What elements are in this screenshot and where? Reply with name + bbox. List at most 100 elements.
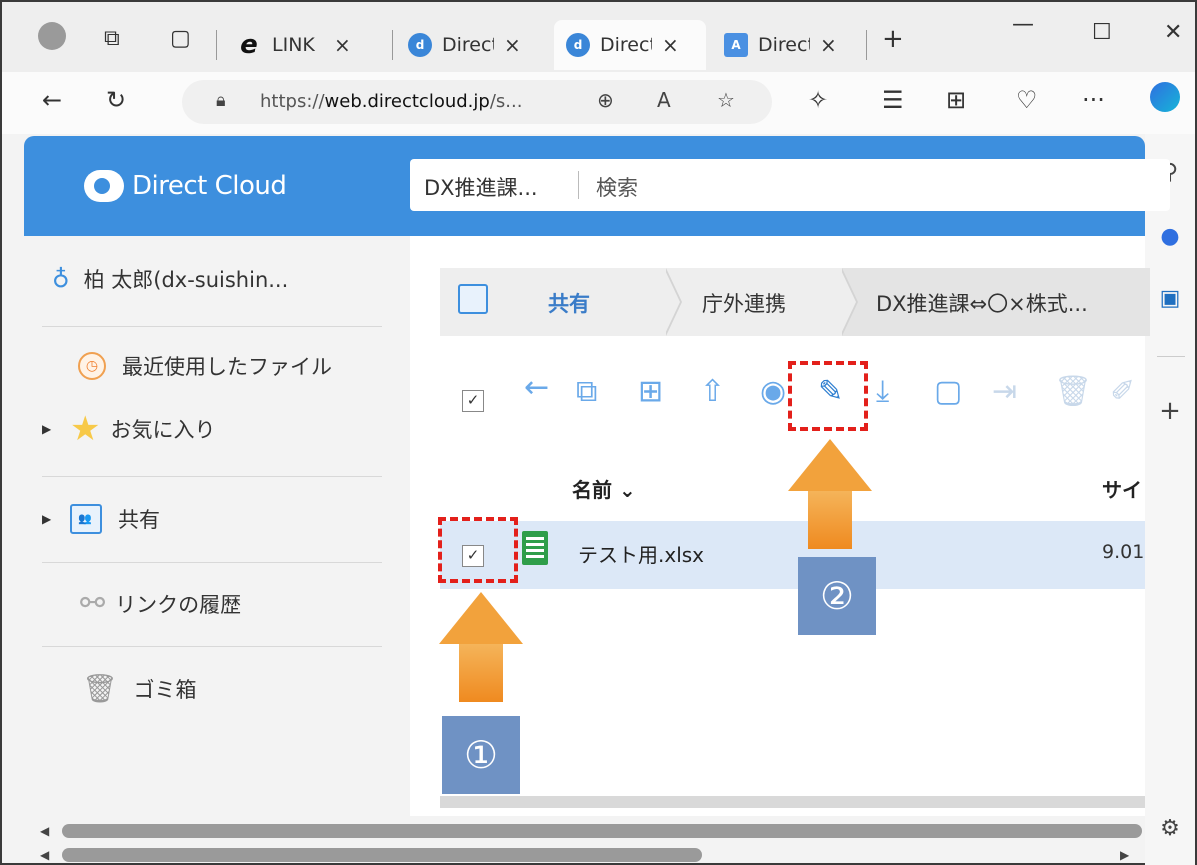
- collections-icon[interactable]: ⊞: [946, 86, 966, 114]
- main-horizontal-scrollbar[interactable]: [440, 796, 1145, 808]
- scroll-left-arrow-icon[interactable]: ◀: [40, 848, 49, 862]
- sidebar-item-shared[interactable]: ▶ 共有: [42, 504, 160, 534]
- tab-directcloud-3[interactable]: A Direct ×: [712, 20, 862, 70]
- select-all-checkbox[interactable]: ✓: [462, 390, 484, 412]
- performance-icon[interactable]: ♡: [1016, 86, 1038, 114]
- close-tab-icon[interactable]: ×: [504, 33, 521, 57]
- user-icon: ♁: [52, 265, 70, 293]
- add-icon[interactable]: +: [1145, 396, 1195, 426]
- breadcrumb-chevron: [840, 268, 858, 336]
- minimize-button[interactable]: —: [1012, 12, 1034, 37]
- lock-icon[interactable]: 🔒︎: [216, 90, 226, 111]
- copy-to-icon[interactable]: ⧉: [576, 374, 597, 409]
- breadcrumb-item-external[interactable]: 庁外連携: [702, 288, 786, 318]
- directcloud-icon: d: [408, 33, 432, 57]
- arrow-shaft: [459, 644, 503, 702]
- column-header-name[interactable]: 名前 ⌄: [572, 474, 636, 503]
- highlight-checkbox-box: [438, 517, 518, 583]
- close-tab-icon[interactable]: ×: [820, 33, 837, 57]
- new-folder-icon[interactable]: ⊞: [638, 374, 663, 409]
- profile-avatar[interactable]: [38, 22, 66, 50]
- refresh-icon[interactable]: ↻: [106, 86, 126, 114]
- expand-triangle-icon[interactable]: ▶: [42, 512, 70, 526]
- maximize-button[interactable]: ☐: [1092, 20, 1112, 45]
- rename-icon[interactable]: ✐: [1110, 374, 1135, 409]
- zoom-icon[interactable]: ⊕: [597, 88, 614, 112]
- search-scope[interactable]: DX推進課...: [424, 172, 538, 202]
- close-window-button[interactable]: ✕: [1164, 20, 1182, 45]
- more-options-icon[interactable]: ···: [1082, 86, 1105, 114]
- sidebar-item-label: 共有: [118, 508, 160, 532]
- file-name[interactable]: テスト用.xlsx: [578, 539, 704, 568]
- sidebar-item-recent[interactable]: ◷ 最近使用したファイル: [78, 351, 332, 381]
- directcloud-logo[interactable]: Direct Cloud: [84, 170, 287, 202]
- arrow-head: [788, 439, 872, 491]
- shared-folder-icon: [70, 504, 102, 534]
- search-bar[interactable]: DX推進課... 検索: [410, 159, 1170, 211]
- read-aloud-icon[interactable]: A: [657, 88, 671, 112]
- breadcrumb-item-current[interactable]: DX推進課⇔〇×株式...: [876, 288, 1088, 318]
- favorite-star-icon[interactable]: ☆: [717, 88, 735, 112]
- scroll-left-arrow-icon[interactable]: ◀: [40, 824, 49, 838]
- divider: [42, 326, 382, 327]
- ie-icon: e: [240, 30, 258, 60]
- back-icon[interactable]: ←: [42, 86, 62, 114]
- logo-text: Direct Cloud: [132, 171, 287, 201]
- edge-sidebar: ⚲ ● ▣ + ⚙: [1145, 134, 1195, 865]
- sidebar-item-label: リンクの履歴: [115, 592, 242, 617]
- tab-directcloud-1[interactable]: d Direct ×: [396, 20, 548, 70]
- tab-title: Direct: [600, 34, 652, 56]
- back-arrow-icon[interactable]: ←: [524, 370, 549, 405]
- breadcrumb-chevron: [664, 268, 682, 336]
- address-bar[interactable]: 🔒︎ https://web.directcloud.jp/s... ⊕ A ☆: [182, 80, 772, 124]
- download-icon[interactable]: ⤓: [876, 374, 889, 409]
- navigation-bar: ← ↻ 🔒︎ https://web.directcloud.jp/s... ⊕…: [2, 72, 1195, 134]
- new-tab-button[interactable]: +: [882, 24, 904, 54]
- close-tab-icon[interactable]: ×: [334, 33, 351, 57]
- horizontal-scrollbar-thumb[interactable]: [62, 824, 1142, 838]
- directcloud-icon: d: [566, 33, 590, 57]
- search-input[interactable]: 検索: [596, 172, 638, 202]
- close-tab-icon[interactable]: ×: [662, 33, 679, 57]
- user-menu[interactable]: ♁ 柏 太郎(dx-suishin...: [52, 264, 288, 294]
- divider: [42, 646, 382, 647]
- star-icon: ★: [70, 409, 101, 449]
- arrow-head: [439, 592, 523, 644]
- main-content: 共有 庁外連携 DX推進課⇔〇×株式... ✓ ← ⧉ ⊞ ⇧ ◉ ✎ ⤓ ▢ …: [410, 236, 1150, 816]
- preview-eye-icon[interactable]: ◉: [760, 374, 786, 409]
- outlook-icon[interactable]: ▣: [1145, 286, 1195, 311]
- breadcrumb-item-shared[interactable]: 共有: [548, 288, 590, 318]
- tab-actions-icon[interactable]: ▢: [170, 26, 191, 51]
- tab-link[interactable]: e LINK ×: [224, 20, 389, 70]
- column-header-size[interactable]: サイ: [1102, 474, 1142, 503]
- copilot-icon[interactable]: [1150, 82, 1180, 112]
- sidebar-item-link-history[interactable]: ⚯ リンクの履歴: [80, 586, 241, 621]
- workspaces-icon[interactable]: ⧉: [104, 26, 120, 51]
- tab-title: LINK: [272, 34, 315, 56]
- excel-file-icon: [522, 531, 548, 565]
- sidebar-item-label: 最近使用したファイル: [122, 355, 332, 379]
- expand-triangle-icon[interactable]: ▶: [42, 422, 70, 436]
- favorites-list-icon[interactable]: ☰: [882, 86, 904, 114]
- sidebar-item-favorites[interactable]: ▶ ★ お気に入り: [42, 412, 215, 446]
- page-horizontal-scrollbar-thumb[interactable]: [62, 848, 702, 862]
- trash-icon: 🗑︎: [82, 672, 118, 705]
- url-text: https://web.directcloud.jp/s...: [260, 91, 522, 112]
- arrow-shaft: [808, 491, 852, 549]
- extensions-icon[interactable]: ✧: [808, 86, 828, 114]
- highlight-edit-box: [788, 361, 868, 431]
- copy-icon[interactable]: ▢: [934, 374, 962, 409]
- tab-directcloud-active[interactable]: d Direct ×: [554, 20, 706, 70]
- tab-separator: [392, 30, 393, 60]
- divider: [42, 562, 382, 563]
- upload-icon[interactable]: ⇧: [700, 374, 725, 409]
- scroll-right-arrow-icon[interactable]: ▶: [1120, 848, 1129, 862]
- move-icon[interactable]: ⇥: [992, 374, 1017, 409]
- shopping-icon[interactable]: ●: [1145, 224, 1195, 249]
- delete-icon[interactable]: 🗑︎: [1054, 374, 1092, 409]
- gear-icon[interactable]: ⚙: [1145, 816, 1195, 841]
- edge-divider: [1157, 356, 1185, 357]
- sidebar-item-trash[interactable]: 🗑︎ ゴミ箱: [82, 672, 197, 705]
- shared-root-icon[interactable]: [458, 284, 488, 314]
- step-badge-2: ②: [798, 557, 876, 635]
